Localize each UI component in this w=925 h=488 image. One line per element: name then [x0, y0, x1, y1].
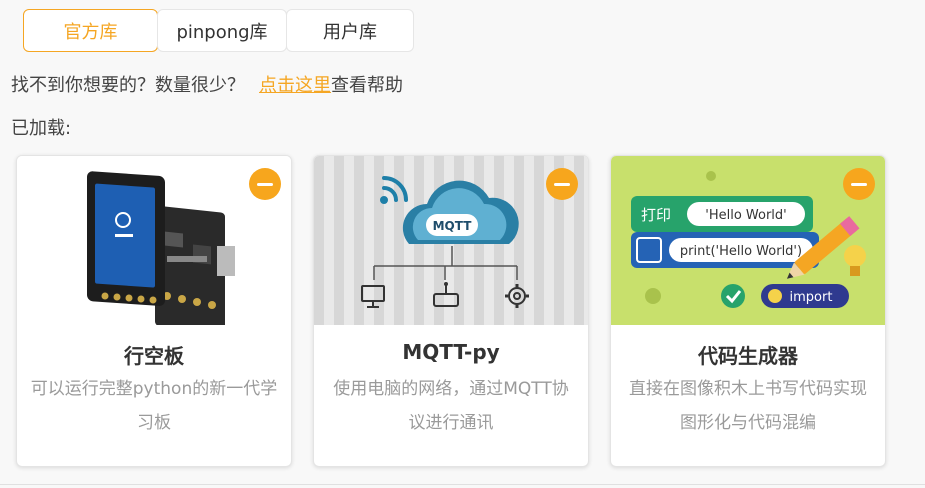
remove-icon[interactable]	[546, 168, 578, 200]
card-description: 可以运行完整python的新一代学习板	[30, 379, 278, 433]
block-import: import	[790, 290, 833, 305]
tab-pinpong-library[interactable]: pinpong库	[157, 9, 287, 52]
block-hello-string: 'Hello World'	[705, 208, 787, 223]
block-print-code: print('Hello World')	[680, 244, 802, 259]
help-text: 找不到你想要的？数量很少？	[11, 75, 245, 96]
help-link[interactable]: 点击这里	[259, 75, 331, 96]
card-description: 直接在图像积木上书写代码实现图形化与代码混编	[629, 379, 867, 433]
mqtt-label: MQTT	[433, 219, 473, 233]
library-card-code-generator[interactable]: 打印 'Hello World' print('Hello World') im…	[610, 155, 886, 467]
block-print-cn: 打印	[641, 206, 671, 224]
tab-user-library[interactable]: 用户库	[286, 9, 414, 52]
loaded-label: 已加载:	[11, 118, 72, 139]
divider	[0, 484, 925, 485]
card-title: 代码生成器	[698, 344, 798, 368]
help-line: 找不到你想要的？数量很少？ 点击这里查看帮助	[11, 71, 403, 97]
library-card-unihiker[interactable]: 行空板 可以运行完整python的新一代学习板	[16, 155, 292, 467]
library-card-mqtt[interactable]: MQTT MQTT-py 使用电脑的网络，通过MQTT协议进行通讯	[313, 155, 589, 467]
tab-official-library[interactable]: 官方库	[23, 9, 158, 52]
card-title: 行空板	[124, 344, 184, 368]
card-title: MQTT-py	[402, 340, 500, 364]
library-tabs: 官方库 pinpong库 用户库	[23, 9, 414, 52]
remove-icon[interactable]	[843, 168, 875, 200]
help-suffix: 查看帮助	[331, 75, 403, 96]
card-description: 使用电脑的网络，通过MQTT协议进行通讯	[333, 379, 569, 433]
remove-icon[interactable]	[249, 168, 281, 200]
